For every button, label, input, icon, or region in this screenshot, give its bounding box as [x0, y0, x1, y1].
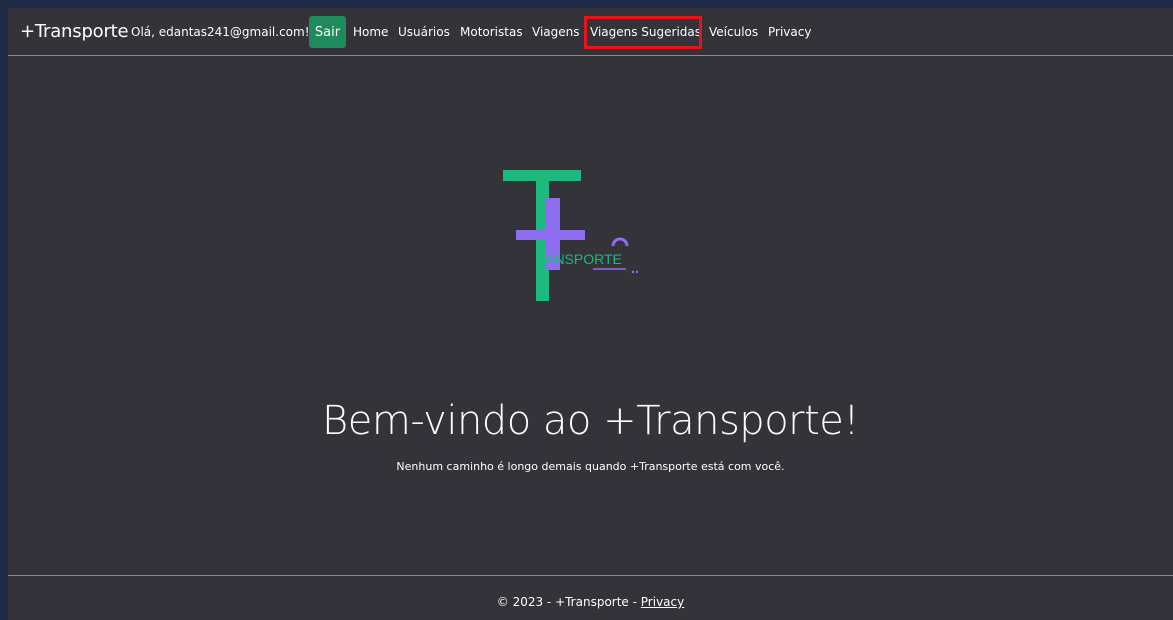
footer: © 2023 - +Transporte - Privacy — [8, 575, 1173, 620]
nav-link-privacy[interactable]: Privacy — [768, 25, 811, 39]
hero-title: Bem-vindo ao +Transporte! — [322, 398, 859, 444]
nav-link-home[interactable]: Home — [353, 25, 388, 39]
app-window: +Transporte Olá, edantas241@gmail.com! S… — [8, 8, 1173, 620]
user-greeting: Olá, edantas241@gmail.com! — [131, 25, 310, 39]
nav-link-veiculos[interactable]: Veículos — [709, 25, 758, 39]
nav-link-viagens-sugeridas[interactable]: Viagens Sugeridas — [590, 25, 701, 39]
hero-subtitle: Nenhum caminho é longo demais quando +Tr… — [396, 460, 785, 473]
navbar: +Transporte Olá, edantas241@gmail.com! S… — [8, 8, 1173, 56]
footer-privacy-link[interactable]: Privacy — [641, 595, 684, 609]
logout-button[interactable]: Sair — [309, 16, 346, 48]
transporte-logo: RANSPORTE — [498, 168, 648, 308]
logo-text: RANSPORTE — [535, 251, 622, 267]
footer-text: © 2023 - +Transporte - Privacy — [8, 595, 1173, 609]
nav-link-usuarios[interactable]: Usuários — [398, 25, 450, 39]
nav-link-viagens[interactable]: Viagens — [532, 25, 580, 39]
brand-link[interactable]: +Transporte — [20, 21, 129, 42]
logo-graphic: RANSPORTE — [503, 170, 639, 301]
footer-copyright: © 2023 - +Transporte - — [496, 595, 641, 609]
nav-link-motoristas[interactable]: Motoristas — [460, 25, 523, 39]
